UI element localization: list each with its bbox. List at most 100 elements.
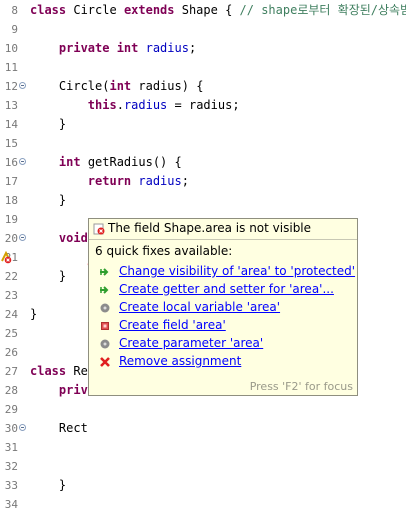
- code-token: Rect: [30, 421, 88, 435]
- line-number: 24: [4, 308, 18, 321]
- green-arrow-icon: [99, 265, 111, 277]
- line-number: 12: [4, 80, 18, 93]
- quick-fix-link[interactable]: Create field 'area': [119, 316, 226, 334]
- line-number: 34: [4, 498, 18, 511]
- code-line[interactable]: 18 }: [0, 191, 406, 210]
- code-text: }: [30, 305, 37, 324]
- code-line[interactable]: 15: [0, 134, 406, 153]
- code-line[interactable]: 11: [0, 58, 406, 77]
- line-number: 25: [4, 327, 18, 340]
- code-text: int getRadius() {: [30, 153, 182, 172]
- quick-fix-count: 6 quick fixes available:: [95, 244, 233, 258]
- quick-fix-link[interactable]: Create local variable 'area': [119, 298, 280, 316]
- line-number: 10: [4, 42, 18, 55]
- quick-fix-link[interactable]: Remove assignment: [119, 352, 241, 370]
- code-token: = radius;: [167, 98, 240, 112]
- code-text: this.radius = radius;: [30, 96, 240, 115]
- green-arrow-icon: [99, 283, 111, 295]
- quick-fix-link[interactable]: Create parameter 'area': [119, 334, 263, 352]
- code-token: Re: [73, 364, 88, 378]
- popup-separator: [89, 239, 357, 240]
- code-token: return: [87, 174, 139, 188]
- line-number: 23: [4, 289, 18, 302]
- code-line[interactable]: 17 return radius;: [0, 172, 406, 191]
- code-token: Circle: [73, 3, 124, 17]
- code-token: ;: [188, 41, 197, 55]
- code-token: class: [30, 3, 74, 17]
- code-text: Circle(int radius) {: [30, 77, 204, 96]
- line-number: 18: [4, 194, 18, 207]
- code-line[interactable]: 29: [0, 400, 406, 419]
- local-variable-icon: [99, 337, 111, 349]
- quick-fix-link[interactable]: Change visibility of 'area' to 'protecte…: [119, 262, 355, 280]
- local-variable-icon: [99, 301, 111, 313]
- code-text: return radius;: [30, 172, 189, 191]
- code-token: getRadius() {: [87, 155, 182, 169]
- code-line[interactable]: 10 private int radius;: [0, 39, 406, 58]
- code-token: extends: [123, 3, 182, 17]
- code-text: class Circle extends Shape { // shape로부터…: [30, 1, 406, 20]
- code-token: }: [30, 117, 67, 131]
- code-line[interactable]: 13 this.radius = radius;: [0, 96, 406, 115]
- code-line[interactable]: 30 Rect: [0, 419, 406, 438]
- line-number: 26: [4, 346, 18, 359]
- code-token: radius: [138, 174, 182, 188]
- fold-toggle-icon[interactable]: [19, 82, 26, 89]
- code-line[interactable]: 32: [0, 457, 406, 476]
- code-token: // shape로부터 확장된/상속받는: [239, 3, 406, 17]
- code-text: }: [30, 191, 66, 210]
- popup-title: The field Shape.area is not visible: [108, 221, 312, 235]
- code-text: }: [30, 267, 66, 286]
- line-number: 28: [4, 384, 18, 397]
- line-number: 14: [4, 118, 18, 131]
- line-number: 32: [4, 460, 18, 473]
- line-number: 8: [11, 4, 18, 17]
- line-number: 17: [4, 175, 18, 188]
- line-number: 16: [4, 156, 18, 169]
- code-token: priv: [58, 383, 88, 397]
- code-token: class: [30, 364, 74, 378]
- code-token: int: [109, 79, 139, 93]
- code-line[interactable]: 9: [0, 20, 406, 39]
- code-text: private int radius;: [30, 39, 196, 58]
- code-text: }: [30, 115, 66, 134]
- field-icon: [99, 319, 111, 331]
- code-token: radius: [123, 98, 168, 112]
- code-token: }: [30, 307, 38, 321]
- code-line[interactable]: 8 class Circle extends Shape { // shape로부…: [0, 1, 406, 20]
- code-line[interactable]: 14 }: [0, 115, 406, 134]
- quick-fix-link[interactable]: Create getter and setter for 'area'...: [119, 280, 334, 298]
- line-number: 20: [4, 232, 18, 245]
- red-x-icon: [99, 355, 111, 367]
- code-line[interactable]: 12 Circle(int radius) {: [0, 77, 406, 96]
- quick-fix-error-icon[interactable]: [0, 250, 12, 264]
- code-token: }: [30, 478, 67, 492]
- code-line[interactable]: 31: [0, 438, 406, 457]
- line-number: 19: [4, 213, 18, 226]
- fold-toggle-icon[interactable]: [19, 234, 26, 241]
- code-line[interactable]: 34: [0, 495, 406, 514]
- line-number: 15: [4, 137, 18, 150]
- code-line[interactable]: 16 int getRadius() {: [0, 153, 406, 172]
- code-token: radius: [145, 41, 189, 55]
- line-number: 33: [4, 479, 18, 492]
- code-text: class Re: [30, 362, 88, 381]
- code-token: }: [30, 269, 67, 283]
- line-number: 29: [4, 403, 18, 416]
- code-text: }: [30, 476, 66, 495]
- code-text: Rect: [30, 419, 88, 438]
- fold-toggle-icon[interactable]: [19, 158, 26, 165]
- line-number: 13: [4, 99, 18, 112]
- line-number: 27: [4, 365, 18, 378]
- code-token: Shape {: [181, 3, 240, 17]
- code-line[interactable]: 33 }: [0, 476, 406, 495]
- fold-toggle-icon[interactable]: [19, 424, 26, 431]
- code-token: this: [87, 98, 117, 112]
- code-token: .: [116, 98, 124, 112]
